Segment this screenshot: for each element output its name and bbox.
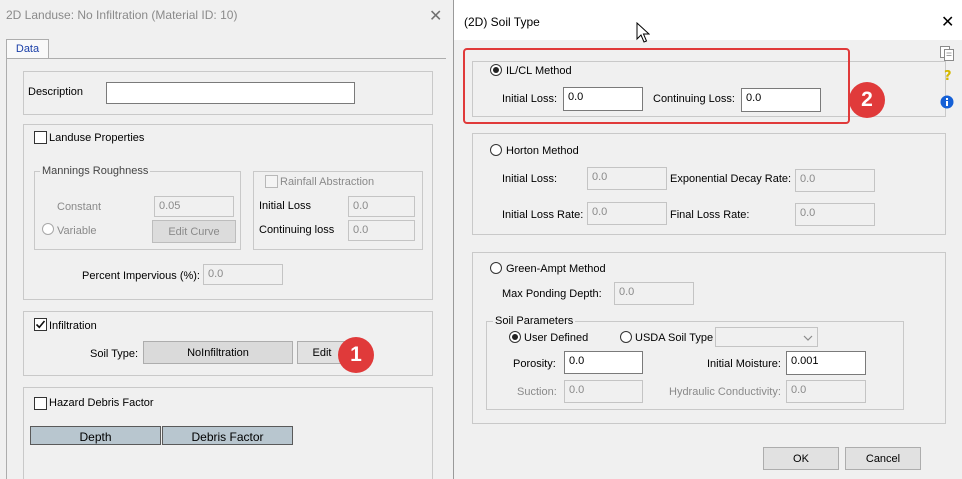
horton-initial-loss-rate-label: Initial Loss Rate: [502, 209, 584, 221]
side-toolbar: ? [934, 40, 962, 479]
rainfall-abstraction-checkbox[interactable] [265, 175, 278, 188]
green-ampt-method-label: Green-Ampt Method [506, 263, 606, 275]
initial-loss-input[interactable]: 0.0 [348, 196, 415, 217]
horton-method-radio[interactable] [490, 144, 502, 156]
annotation-badge-1: 1 [338, 337, 374, 373]
variable-label: Variable [57, 225, 97, 237]
ok-button[interactable]: OK [763, 447, 839, 470]
landuse-close-button[interactable]: ✕ [429, 6, 442, 26]
percent-impervious-input[interactable]: 0.0 [203, 264, 283, 285]
horton-initial-loss-label: Initial Loss: [502, 173, 558, 185]
porosity-input[interactable]: 0.0 [564, 351, 643, 374]
soil-parameters-title: Soil Parameters [493, 315, 576, 327]
max-ponding-depth-input[interactable]: 0.0 [614, 282, 694, 305]
horton-decay-rate-label: Exponential Decay Rate: [670, 173, 792, 185]
landuse-properties-label: Landuse Properties [49, 132, 145, 144]
initial-moisture-input[interactable]: 0.001 [786, 351, 866, 375]
tab-data[interactable]: Data [6, 39, 49, 59]
mannings-roughness-title: Mannings Roughness [40, 165, 151, 177]
description-input[interactable] [106, 82, 355, 104]
user-defined-radio[interactable] [509, 331, 521, 343]
help-icon[interactable]: ? [942, 68, 954, 82]
hazard-table-header-depth[interactable]: Depth [30, 426, 161, 445]
horton-method-label: Horton Method [506, 145, 579, 157]
constant-label: Constant [57, 201, 102, 213]
user-defined-label: User Defined [524, 332, 589, 344]
landuse-properties-checkbox[interactable] [34, 131, 47, 144]
info-icon[interactable] [940, 95, 954, 109]
rainfall-abstraction-label: Rainfall Abstraction [278, 176, 377, 188]
landuse-title-bar: 2D Landuse: No Infiltration (Material ID… [0, 0, 452, 32]
continuing-loss-label: Continuing loss [259, 224, 335, 236]
initial-loss-label: Initial Loss [259, 200, 311, 212]
hazard-debris-checkbox[interactable] [34, 397, 47, 410]
suction-label: Suction: [517, 386, 557, 398]
svg-text:?: ? [944, 69, 952, 82]
edit-curve-button[interactable]: Edit Curve [152, 220, 236, 243]
initial-moisture-label: Initial Moisture: [707, 358, 781, 370]
tab-data-label: Data [15, 43, 40, 55]
variable-radio[interactable] [42, 223, 54, 235]
continuing-loss-input[interactable]: 0.0 [348, 220, 415, 241]
infiltration-label: Infiltration [49, 320, 97, 332]
infiltration-checkbox[interactable] [34, 318, 47, 331]
percent-impervious-label: Percent Impervious (%): [82, 270, 200, 282]
chevron-down-icon [803, 335, 813, 341]
suction-input[interactable]: 0.0 [564, 380, 643, 403]
soil-dialog-title: (2D) Soil Type [464, 15, 540, 29]
horton-initial-loss-input[interactable]: 0.0 [587, 167, 667, 190]
mouse-cursor-icon [636, 22, 650, 43]
check-icon [35, 320, 46, 329]
green-ampt-method-radio[interactable] [490, 262, 502, 274]
cancel-button[interactable]: Cancel [845, 447, 921, 470]
constant-input[interactable]: 0.05 [154, 196, 234, 217]
hydraulic-conductivity-input[interactable]: 0.0 [786, 380, 866, 403]
description-label: Description [28, 86, 84, 98]
annotation-badge-2: 2 [849, 82, 885, 118]
usda-soil-type-label: USDA Soil Type [635, 332, 714, 344]
horton-initial-loss-rate-input[interactable]: 0.0 [587, 202, 667, 225]
max-ponding-depth-label: Max Ponding Depth: [502, 288, 602, 300]
usda-soil-type-radio[interactable] [620, 331, 632, 343]
soil-title-bar: (2D) Soil Type ✕ [454, 0, 962, 40]
usda-soil-type-select[interactable] [715, 327, 818, 347]
horton-decay-rate-input[interactable]: 0.0 [795, 169, 875, 192]
hazard-table-header-debris-factor[interactable]: Debris Factor [162, 426, 293, 445]
soil-close-button[interactable]: ✕ [941, 12, 954, 32]
hydraulic-conductivity-label: Hydraulic Conductivity: [669, 386, 781, 398]
horton-final-loss-rate-input[interactable]: 0.0 [795, 203, 875, 226]
soil-type-selector[interactable]: NoInfiltration [143, 341, 293, 364]
landuse-dialog: 2D Landuse: No Infiltration (Material ID… [0, 0, 452, 479]
annotation-highlight-box [463, 48, 850, 124]
hazard-debris-label: Hazard Debris Factor [49, 397, 154, 409]
landuse-dialog-title: 2D Landuse: No Infiltration (Material ID… [6, 8, 238, 22]
horton-final-loss-rate-label: Final Loss Rate: [670, 209, 750, 221]
soil-type-label: Soil Type: [90, 348, 139, 360]
copy-icon[interactable] [939, 45, 955, 61]
porosity-label: Porosity: [513, 358, 556, 370]
